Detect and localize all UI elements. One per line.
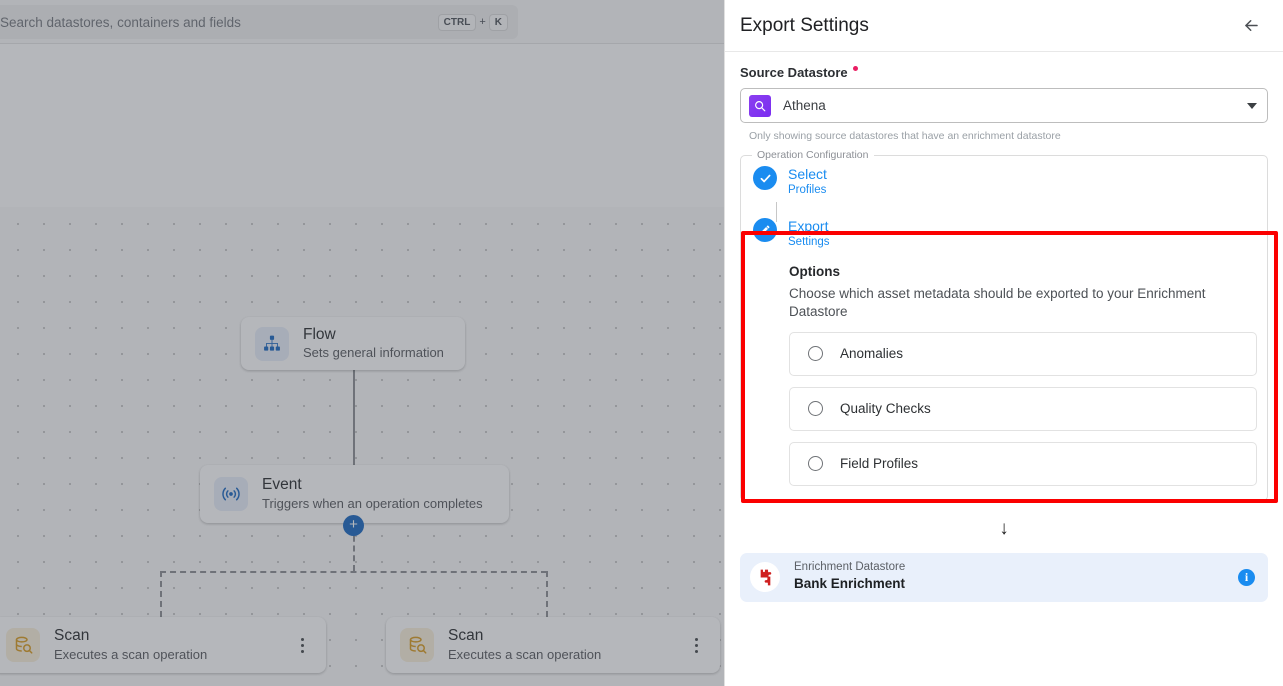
node-subtitle: Sets general information bbox=[303, 345, 444, 361]
step-subtitle: Settings bbox=[788, 235, 830, 248]
search-placeholder: Search datastores, containers and fields bbox=[0, 14, 241, 30]
required-indicator-icon bbox=[852, 66, 858, 71]
step-subtitle: Profiles bbox=[788, 184, 827, 197]
connector-branch-left bbox=[160, 571, 162, 617]
step-connector-line bbox=[776, 202, 777, 222]
radio-button-icon[interactable] bbox=[808, 456, 823, 472]
arrow-down-icon: ↓ bbox=[999, 517, 1009, 539]
check-icon bbox=[753, 166, 777, 190]
add-node-button[interactable]: + bbox=[343, 515, 364, 536]
workflow-canvas[interactable]: Flow Sets general information Event Trig… bbox=[0, 0, 724, 686]
connector-branch-right bbox=[546, 571, 548, 617]
enrichment-datastore-name: Bank Enrichment bbox=[794, 576, 906, 592]
options-title: Options bbox=[789, 263, 840, 279]
source-datastore-select[interactable]: Athena bbox=[740, 88, 1268, 123]
export-settings-panel: Export Settings Source Datastore Athena … bbox=[724, 0, 1283, 686]
node-title: Scan bbox=[54, 627, 90, 645]
canvas-topbar: Search datastores, containers and fields… bbox=[0, 0, 724, 44]
enrichment-datastore-icon bbox=[750, 562, 780, 593]
shortcut-plus: + bbox=[479, 16, 486, 28]
node-subtitle: Triggers when an operation completes bbox=[262, 495, 483, 511]
options-description: Choose which asset metadata should be ex… bbox=[789, 285, 1206, 319]
source-datastore-hint: Only showing source datastores that have… bbox=[749, 130, 1061, 142]
database-search-icon bbox=[6, 628, 40, 662]
connector-flow-to-event bbox=[353, 370, 355, 466]
connector-branch-horizontal bbox=[160, 571, 547, 573]
option-label: Quality Checks bbox=[840, 401, 931, 417]
page-title: Export Settings bbox=[740, 14, 869, 36]
scan-node-1[interactable]: Scan Executes a scan operation bbox=[0, 617, 326, 673]
database-search-icon bbox=[400, 628, 434, 662]
option-anomalies[interactable]: Anomalies bbox=[789, 331, 1257, 376]
step-title: Export bbox=[788, 217, 829, 234]
panel-body: Source Datastore Athena Only showing sou… bbox=[725, 65, 1283, 602]
athena-icon bbox=[749, 94, 771, 117]
info-icon[interactable]: i bbox=[1238, 568, 1255, 586]
radio-button-icon[interactable] bbox=[808, 401, 823, 417]
sitemap-icon bbox=[255, 326, 289, 361]
node-overflow-menu-icon[interactable] bbox=[686, 633, 706, 657]
shortcut-ctrl-key: CTRL bbox=[437, 13, 477, 31]
source-datastore-label-text: Source Datastore bbox=[740, 65, 848, 80]
enrichment-kicker: Enrichment Datastore bbox=[794, 561, 906, 574]
option-label: Anomalies bbox=[840, 346, 904, 362]
step-export-settings[interactable]: Export Settings bbox=[741, 217, 1267, 250]
source-datastore-label: Source Datastore bbox=[740, 65, 1268, 80]
node-title: Scan bbox=[448, 627, 484, 645]
options-block: Options Choose which asset metadata shou… bbox=[789, 264, 1257, 486]
flow-node[interactable]: Flow Sets general information bbox=[241, 317, 465, 370]
canvas-grid[interactable] bbox=[0, 207, 724, 686]
enrichment-datastore-card[interactable]: Enrichment Datastore Bank Enrichment i bbox=[740, 552, 1268, 602]
operation-configuration-fieldset: Operation Configuration Select Profiles bbox=[740, 149, 1268, 501]
source-datastore-value: Athena bbox=[783, 98, 826, 113]
panel-header: Export Settings bbox=[725, 0, 1283, 52]
node-title: Flow bbox=[303, 325, 336, 343]
step-title: Select bbox=[788, 166, 827, 182]
search-input[interactable]: Search datastores, containers and fields… bbox=[0, 5, 518, 39]
scan-node-2[interactable]: Scan Executes a scan operation bbox=[386, 617, 720, 673]
canvas-blank-area bbox=[0, 44, 724, 207]
option-label: Field Profiles bbox=[840, 456, 919, 472]
option-quality-checks[interactable]: Quality Checks bbox=[789, 386, 1257, 431]
arrow-left-icon[interactable] bbox=[1237, 12, 1265, 40]
chevron-down-icon[interactable] bbox=[1247, 102, 1257, 109]
node-subtitle: Executes a scan operation bbox=[54, 646, 208, 662]
pencil-icon bbox=[753, 217, 777, 242]
option-field-profiles[interactable]: Field Profiles bbox=[789, 441, 1257, 486]
shortcut-k-key: K bbox=[488, 13, 508, 31]
radio-button-icon[interactable] bbox=[808, 346, 823, 362]
node-subtitle: Executes a scan operation bbox=[448, 646, 602, 662]
node-overflow-menu-icon[interactable] bbox=[292, 633, 312, 657]
node-title: Event bbox=[262, 476, 302, 494]
step-select-profiles[interactable]: Select Profiles bbox=[741, 166, 1267, 198]
operation-configuration-legend: Operation Configuration bbox=[752, 149, 874, 161]
broadcast-icon bbox=[214, 477, 248, 511]
